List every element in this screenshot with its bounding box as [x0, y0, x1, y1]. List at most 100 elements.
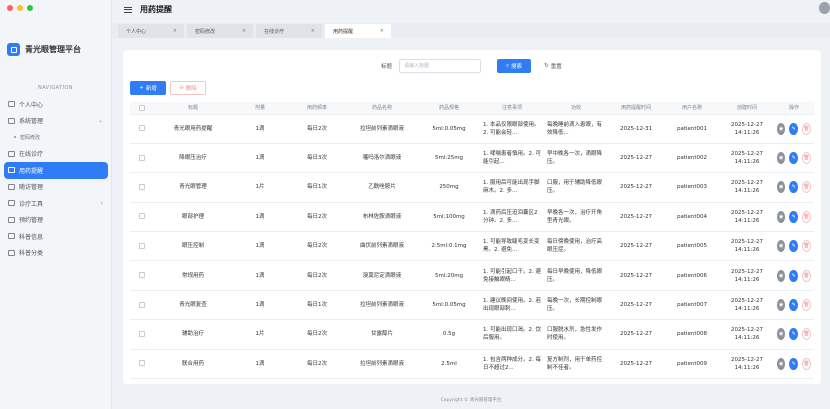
row-checkbox[interactable] — [139, 242, 145, 249]
sidebar-item-online-diagnosis[interactable]: 在线诊疗 — [0, 146, 112, 163]
table-cell: 1. 包含两种成分。2. 每日不超过2... — [480, 349, 544, 380]
sidebar-item-label: 系统管理 — [19, 118, 44, 126]
topbar: 用药提醒 — [112, 0, 830, 19]
sidebar-item-label: 科普分类 — [19, 250, 44, 258]
delete-button[interactable]: 🗑 — [801, 240, 811, 253]
row-checkbox[interactable] — [139, 360, 145, 367]
sidebar-item-medication-reminder[interactable]: 用药提醒 — [4, 162, 108, 179]
table-cell: patient001 — [664, 114, 720, 144]
add-button[interactable]: + 新增 — [130, 81, 166, 95]
row-select-cell — [130, 202, 154, 233]
tab-password-change[interactable]: 密码修改 × — [187, 24, 253, 38]
row-actions: ◉ ✎ 🗑 — [774, 349, 814, 380]
view-button[interactable]: ◉ — [777, 152, 786, 165]
edit-button[interactable]: ✎ — [789, 240, 798, 253]
search-button[interactable]: ⌕ 搜索 — [497, 59, 531, 73]
sidebar-item-system-management[interactable]: 系统管理 ⌄ — [0, 113, 112, 130]
table-cell: 2025-12-27 14:11:26 — [720, 260, 774, 291]
sidebar-item-label: 个人中心 — [19, 101, 44, 109]
sidebar-item-science-info[interactable]: 科普信息 — [0, 228, 112, 245]
sidebar-item-label: 科普信息 — [19, 233, 44, 241]
sidebar-item-science-category[interactable]: 科普分类 — [0, 245, 112, 262]
edit-button[interactable]: ✎ — [789, 152, 798, 165]
close-icon[interactable]: × — [380, 28, 384, 34]
sidebar-item-diagnosis-tools[interactable]: 诊疗工具 › — [0, 195, 112, 212]
table-cell: 眼压控制 — [154, 231, 232, 262]
column-header: 药品规格 — [418, 102, 480, 115]
view-button[interactable]: ◉ — [777, 269, 786, 282]
row-select-cell — [130, 319, 154, 350]
edit-button[interactable]: ✎ — [789, 357, 798, 370]
delete-button[interactable]: 🗑 — [801, 357, 811, 370]
reset-button[interactable]: ↻ 重置 — [537, 59, 569, 73]
row-checkbox[interactable] — [139, 183, 145, 190]
edit-button[interactable]: ✎ — [789, 299, 798, 312]
view-button[interactable]: ◉ — [777, 181, 786, 194]
table-cell: 1. 滴药后压迫泪囊区2分钟。2. 多... — [480, 202, 544, 233]
batch-delete-button[interactable]: ⊖ 删除 — [170, 81, 206, 95]
table-cell: 2025-12-27 — [608, 319, 664, 350]
sidebar-nav: 个人中心 系统管理 ⌄ 密码修改 在线诊疗 用药提醒 随访管理 诊疗工具 › 预约管… — [0, 96, 112, 261]
edit-button[interactable]: ✎ — [789, 269, 798, 282]
table-cell: 1滴 — [232, 114, 288, 144]
close-icon[interactable]: × — [311, 28, 315, 34]
app-title: 青光眼管理平台 — [25, 45, 81, 54]
row-checkbox[interactable] — [139, 125, 145, 132]
view-button[interactable]: ◉ — [777, 122, 786, 135]
row-checkbox[interactable] — [139, 330, 145, 337]
delete-button[interactable]: 🗑 — [801, 181, 811, 194]
tab-label: 在线诊疗 — [264, 28, 285, 35]
close-icon[interactable]: × — [173, 28, 177, 34]
delete-button[interactable]: 🗑 — [801, 269, 811, 282]
select-all-checkbox[interactable] — [139, 104, 145, 111]
tab-medication-reminder[interactable]: 用药提醒 × — [325, 24, 391, 38]
search-input[interactable] — [399, 59, 481, 73]
menu-icon[interactable] — [124, 6, 132, 13]
row-checkbox[interactable] — [139, 272, 145, 279]
delete-button[interactable]: 🗑 — [801, 299, 811, 312]
row-checkbox[interactable] — [139, 213, 145, 220]
edit-button[interactable]: ✎ — [789, 210, 798, 223]
table-row: 降眼压治疗 1滴 每日3次 噻吗洛尔滴眼液 5ml:25mg 1. 哮喘患者慎用。2. 可… — [130, 143, 814, 174]
delete-button[interactable]: 🗑 — [801, 210, 811, 223]
sidebar-item-personal-center[interactable]: 个人中心 — [0, 96, 112, 113]
delete-button[interactable]: 🗑 — [801, 122, 811, 135]
view-button[interactable]: ◉ — [777, 240, 786, 253]
table-cell: 1滴 — [232, 260, 288, 291]
edit-button[interactable]: ✎ — [789, 122, 798, 135]
edit-button[interactable]: ✎ — [789, 328, 798, 341]
close-window-dot[interactable] — [7, 5, 13, 11]
table-cell: 2025-12-27 — [608, 349, 664, 380]
sidebar-item-follow-up[interactable]: 随访管理 — [0, 179, 112, 196]
table-cell: 每日2次 — [288, 260, 346, 291]
row-checkbox[interactable] — [139, 301, 145, 308]
delete-button[interactable]: 🗑 — [801, 328, 811, 341]
row-checkbox[interactable] — [139, 154, 145, 161]
tab-online-diagnosis[interactable]: 在线诊疗 × — [256, 24, 322, 38]
sidebar-item-label: 在线诊疗 — [19, 151, 44, 159]
table-cell: 每日早晚使用，降低眼压。 — [544, 260, 608, 291]
reset-button-label: 重置 — [550, 64, 562, 70]
table-cell: 2.5ml — [418, 349, 480, 380]
view-button[interactable]: ◉ — [777, 357, 786, 370]
row-select-cell — [130, 143, 154, 174]
view-button[interactable]: ◉ — [777, 328, 786, 341]
table-cell: 每日2次 — [288, 202, 346, 233]
avatar[interactable] — [819, 2, 830, 14]
minimize-window-dot[interactable] — [17, 5, 23, 11]
sidebar-item-appointments[interactable]: 预约管理 — [0, 212, 112, 229]
tab-personal-center[interactable]: 个人中心 × — [118, 24, 184, 38]
select-all-header[interactable] — [130, 102, 154, 115]
view-button[interactable]: ◉ — [777, 210, 786, 223]
table-cell: 每日2次 — [288, 319, 346, 350]
view-button[interactable]: ◉ — [777, 299, 786, 312]
medication-table: 标题 剂量 用药频率 药品名称 药品规格 注意事项 功效 用药提醒时间 用户名称 创建时间 操作 青… — [130, 102, 814, 380]
maximize-window-dot[interactable] — [27, 5, 33, 11]
sidebar-item-password-change[interactable]: 密码修改 — [0, 129, 112, 146]
edit-button[interactable]: ✎ — [789, 181, 798, 194]
close-icon[interactable]: × — [242, 28, 246, 34]
column-header: 注意事项 — [480, 102, 544, 115]
bullet-icon — [14, 136, 16, 139]
delete-button[interactable]: 🗑 — [801, 152, 811, 165]
tab-bar: 个人中心 × 密码修改 × 在线诊疗 × 用药提醒 × — [112, 23, 830, 38]
